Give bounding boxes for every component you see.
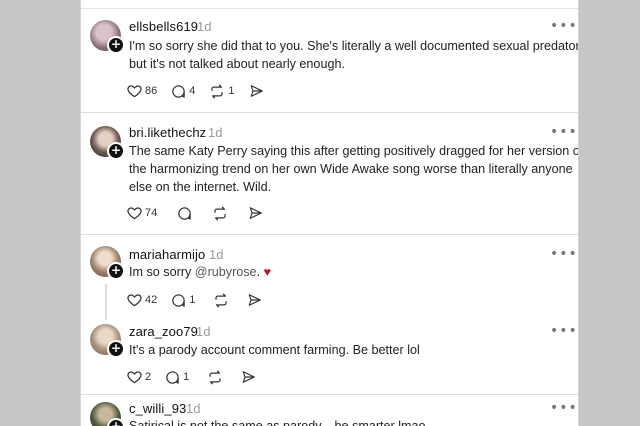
timestamp[interactable]: 1d [208,125,222,140]
comment-icon [178,206,191,220]
follow-icon[interactable]: + [107,36,125,54]
post-text-part: Im so sorry [129,265,195,279]
more-options-icon[interactable]: ••• [550,400,578,416]
action-bar: 2 1 [127,368,270,386]
reply-button[interactable]: 4 [171,84,195,99]
timestamp[interactable]: 1d [197,19,211,34]
comment-icon [172,293,185,307]
like-count: 42 [145,294,158,306]
share-button[interactable] [249,84,264,98]
repost-button[interactable] [212,206,228,221]
reply-button[interactable]: 1 [165,370,189,385]
repost-button[interactable]: 1 [209,84,235,99]
username[interactable]: bri.likethechz [129,125,206,140]
repost-icon [209,370,221,384]
avatar[interactable]: + [90,246,125,280]
action-bar: 74 [127,204,277,222]
heart-icon [127,85,142,98]
reply-count: 4 [189,85,196,97]
send-icon [242,371,256,383]
timestamp[interactable]: 1d [209,247,223,262]
follow-icon[interactable]: + [107,418,125,426]
red-heart-emoji: ♥ [263,265,272,279]
send-icon [249,294,262,306]
divider [81,8,578,9]
post-text: Satirical is not the same as parody... b… [129,419,426,426]
avatar[interactable]: + [90,402,125,426]
more-options-icon[interactable]: ••• [550,124,578,140]
repost-count: 1 [228,85,235,97]
follow-icon[interactable]: + [107,142,125,160]
divider [81,234,578,235]
more-options-icon[interactable]: ••• [550,18,578,34]
send-icon [249,207,263,219]
post-text-part: . [256,265,264,279]
follow-icon[interactable]: + [107,262,125,280]
heart-icon [127,371,142,384]
share-button[interactable] [248,206,263,220]
send-icon [250,85,263,97]
action-bar: 86 4 1 [127,82,278,100]
like-button[interactable]: 2 [127,370,151,384]
username[interactable]: ellsbells619 [129,19,198,34]
reply-post: + bri.likethechz 1d ••• The same Katy Pe… [81,122,578,232]
like-button[interactable]: 42 [127,293,157,307]
reply-count: 1 [189,294,196,306]
replies-feed: + ellsbells619 1d ••• I'm so sorry she d… [80,0,579,426]
like-count: 74 [145,207,158,219]
reply-post: + zara_zoo79 1d ••• It's a parody accoun… [81,322,578,394]
share-button[interactable] [241,370,256,384]
avatar[interactable]: + [90,126,125,160]
reply-post: + ellsbells619 1d ••• I'm so sorry she d… [81,16,578,112]
comment-icon [166,370,179,384]
reply-count: 1 [183,371,190,383]
repost-icon [211,84,223,98]
post-text: The same Katy Perry saying this after ge… [129,144,579,194]
reply-button[interactable] [177,206,192,221]
timestamp[interactable]: 1d [196,324,210,339]
username[interactable]: zara_zoo79 [129,324,198,339]
more-options-icon[interactable]: ••• [550,323,578,339]
reply-post: + c_willi_93 1d ••• Satirical is not the… [81,400,578,426]
repost-icon [214,206,226,220]
mention-link[interactable]: @rubyrose [195,265,257,279]
repost-button[interactable] [213,293,229,308]
username[interactable]: mariaharmijo [129,247,205,262]
heart-icon [127,294,142,307]
more-options-icon[interactable]: ••• [550,246,578,262]
post-text: It's a parody account comment farming. B… [129,343,420,357]
like-count: 2 [145,371,152,383]
post-text: I'm so sorry she did that to you. She's … [129,39,579,71]
heart-icon [127,207,142,220]
like-count: 86 [145,85,158,97]
follow-icon[interactable]: + [107,340,125,358]
like-button[interactable]: 74 [127,206,157,220]
avatar[interactable]: + [90,20,125,54]
divider [81,112,578,113]
timestamp[interactable]: 1d [186,401,200,416]
reply-post: + mariaharmijo 1d ••• Im so sorry @rubyr… [81,244,578,314]
divider [81,394,578,395]
repost-icon [215,293,227,307]
username[interactable]: c_willi_93 [129,401,186,416]
action-bar: 42 1 [127,291,276,309]
avatar[interactable]: + [90,324,125,358]
post-text: Im so sorry @rubyrose. ♥ [129,263,578,281]
reply-button[interactable]: 1 [171,293,195,308]
like-button[interactable]: 86 [127,84,157,98]
share-button[interactable] [247,293,262,307]
repost-button[interactable] [207,370,223,385]
comment-icon [172,84,185,98]
